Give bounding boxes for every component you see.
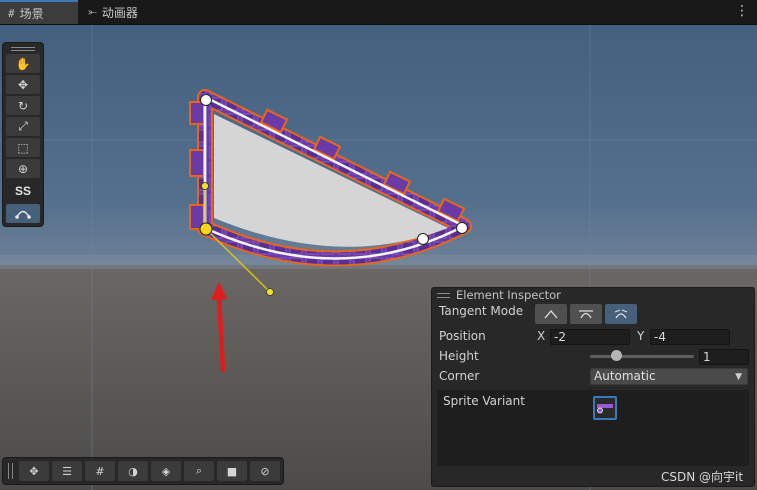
shading-mode-icon[interactable]: ◑ bbox=[118, 461, 148, 481]
control-point[interactable] bbox=[417, 233, 429, 245]
inspector-header[interactable]: Element Inspector bbox=[432, 288, 757, 302]
tab-scene-label: 场景 bbox=[19, 6, 44, 21]
height-field[interactable]: 1 bbox=[699, 349, 749, 365]
height-slider-track[interactable] bbox=[590, 355, 694, 358]
tab-animator-label: 动画器 bbox=[101, 5, 138, 20]
element-inspector-panel: Element Inspector Tangent Mode Position … bbox=[431, 287, 755, 487]
position-y-field[interactable]: -4 bbox=[650, 329, 730, 345]
position-x-label: X bbox=[537, 329, 546, 343]
snap-settings-icon[interactable]: ☰ bbox=[52, 461, 82, 481]
more-options-icon[interactable]: ⋮ bbox=[735, 3, 749, 19]
spline-edit-tool-icon[interactable] bbox=[6, 204, 40, 223]
tab-bar: # 场景 ⤜ 动画器 ⋮ bbox=[0, 0, 757, 25]
move-gizmo-icon[interactable]: ✥ bbox=[19, 461, 49, 481]
custom-tool-ss[interactable]: SS bbox=[6, 180, 40, 202]
tangent-broken-icon bbox=[614, 309, 628, 319]
tangent-broken-button[interactable] bbox=[605, 304, 637, 324]
chevron-down-icon: ▼ bbox=[735, 372, 742, 382]
sprite-variant-icon bbox=[597, 404, 613, 414]
position-x-field[interactable]: -2 bbox=[550, 329, 630, 345]
height-slider-thumb[interactable] bbox=[610, 350, 622, 361]
watermark: CSDN @向宇it bbox=[661, 470, 744, 484]
sprite-variant-thumbnail[interactable] bbox=[593, 396, 617, 420]
layers-icon[interactable]: ◈ bbox=[151, 461, 181, 481]
scale-tool-icon[interactable]: ⤢ bbox=[6, 117, 40, 136]
move-tool-icon[interactable]: ✥ bbox=[6, 75, 40, 94]
rect-tool-icon[interactable]: ⬚ bbox=[6, 138, 40, 157]
corner-label: Corner bbox=[439, 369, 480, 383]
tool-palette: ✋ ✥ ↻ ⤢ ⬚ ⊕ SS bbox=[3, 43, 43, 226]
control-point-selected[interactable] bbox=[199, 222, 213, 236]
tangent-mode-buttons bbox=[535, 304, 637, 324]
tab-scene[interactable]: # 场景 bbox=[0, 0, 78, 24]
tangent-linear-button[interactable] bbox=[535, 304, 567, 324]
transform-tool-icon[interactable]: ⊕ bbox=[6, 159, 40, 178]
grid-icon: # bbox=[8, 6, 15, 20]
corner-dropdown[interactable]: Automatic ▼ bbox=[590, 368, 748, 385]
tangent-linear-icon bbox=[544, 310, 558, 319]
compass-icon[interactable]: ⊘ bbox=[250, 461, 280, 481]
tangent-handle-in[interactable] bbox=[201, 182, 209, 190]
tangent-continuous-icon bbox=[579, 310, 593, 319]
position-y-label: Y bbox=[637, 329, 645, 343]
panel-drag-handle[interactable] bbox=[437, 292, 450, 298]
toolbar-drag-handle[interactable] bbox=[8, 463, 13, 479]
tangent-continuous-button[interactable] bbox=[570, 304, 602, 324]
palette-drag-handle[interactable] bbox=[11, 47, 35, 51]
animator-icon: ⤜ bbox=[88, 5, 97, 18]
scene-view-toolbar: ✥ ☰ # ◑ ◈ ⌕ ■ ⊘ bbox=[3, 458, 283, 484]
grid-visibility-icon[interactable]: # bbox=[85, 461, 115, 481]
hand-tool-icon[interactable]: ✋ bbox=[6, 54, 40, 73]
tangent-mode-label: Tangent Mode bbox=[439, 304, 524, 318]
height-label: Height bbox=[439, 349, 479, 363]
control-point[interactable] bbox=[200, 94, 212, 106]
inspector-title: Element Inspector bbox=[456, 288, 561, 302]
control-point[interactable] bbox=[456, 222, 468, 234]
search-icon[interactable]: ⌕ bbox=[184, 461, 214, 481]
corner-dropdown-value: Automatic bbox=[594, 369, 656, 383]
camera-icon[interactable]: ■ bbox=[217, 461, 247, 481]
tangent-handle-out[interactable] bbox=[266, 288, 274, 296]
sprite-variant-label: Sprite Variant bbox=[443, 394, 525, 408]
rotate-tool-icon[interactable]: ↻ bbox=[6, 96, 40, 115]
sprite-variant-section: Sprite Variant bbox=[437, 390, 749, 466]
tab-animator[interactable]: ⤜ 动画器 bbox=[80, 0, 146, 24]
position-label: Position bbox=[439, 329, 486, 343]
